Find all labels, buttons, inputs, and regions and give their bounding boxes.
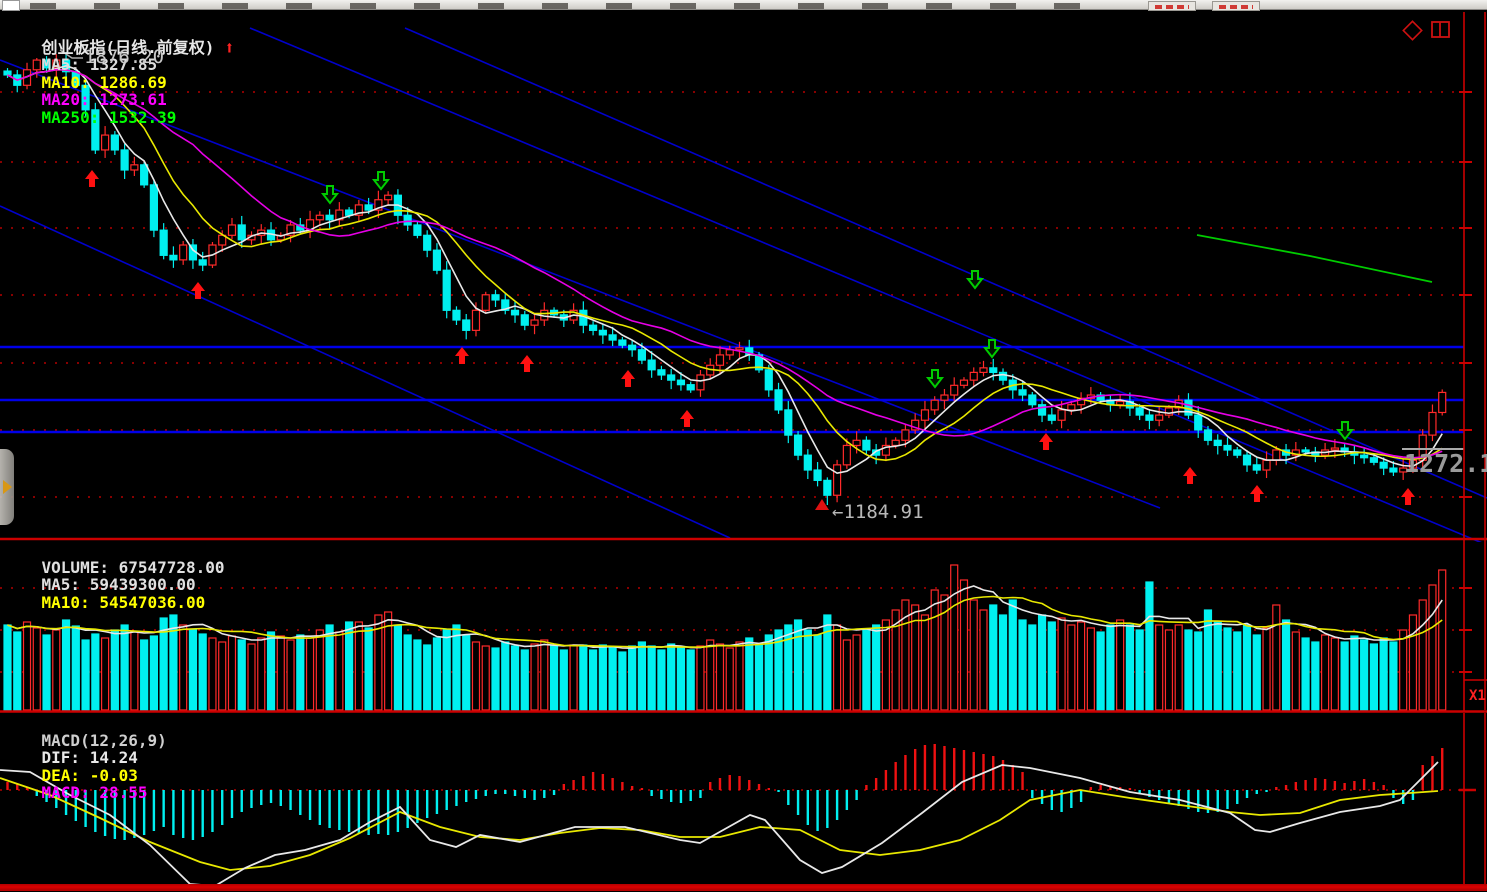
dea-value: DEA: -0.03 [42, 766, 138, 785]
volume-ma5-value: MA5: 59439300.00 [42, 575, 196, 594]
high-price-label: 1876.20 [84, 47, 164, 68]
volume-pane-header: VOLUME: 67547728.00 MA5: 59439300.00 MA1… [3, 541, 237, 629]
main-chart-header: 创业板指(日线.前复权)⬆ MA5: 1327.85 MA10: 1286.69… [3, 21, 244, 144]
last-price-label: 1272.1 [1404, 450, 1487, 478]
ma20-value: MA20: 1273.61 [42, 90, 167, 109]
macd-pane-header: MACD(12,26,9) DIF: 14.24 DEA: -0.03 MACD… [3, 714, 179, 820]
macd-name: MACD(12,26,9) [42, 731, 167, 750]
macd-pane-canvas[interactable] [0, 713, 1487, 892]
ma10-value: MA10: 1286.69 [42, 73, 167, 92]
expand-arrow-icon [3, 480, 12, 494]
volume-ma10-value: MA10: 54547036.00 [42, 593, 206, 612]
sidebar-expand-handle[interactable] [0, 449, 14, 525]
trading-app-window: 创业板指(日线.前复权)⬆ MA5: 1327.85 MA10: 1286.69… [0, 0, 1487, 892]
ma250-value: MA250: 1532.39 [42, 108, 177, 127]
zoom-state-label[interactable]: X1 [1469, 689, 1486, 704]
macd-value: MACD: 28.55 [42, 783, 148, 802]
low-price-label: ←1184.91 [832, 502, 924, 523]
signal-up-arrow-icon: ⬆ [224, 37, 234, 57]
dif-value: DIF: 14.24 [42, 748, 138, 767]
volume-value: VOLUME: 67547728.00 [42, 558, 225, 577]
